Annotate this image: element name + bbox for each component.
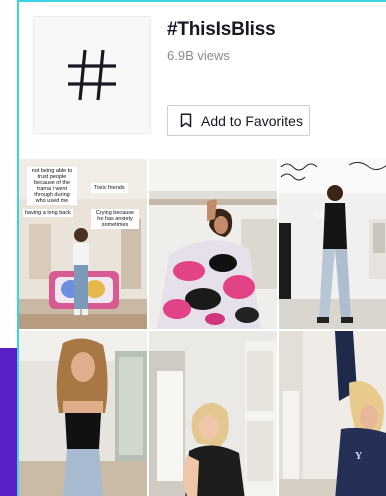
video-thumbnail-image: Y bbox=[279, 331, 386, 496]
video-thumbnail[interactable]: not being able to trust people because o… bbox=[19, 159, 147, 329]
hashtag-avatar bbox=[33, 16, 151, 134]
video-thumbnail[interactable] bbox=[279, 159, 386, 329]
add-to-favorites-button[interactable]: Add to Favorites bbox=[167, 105, 310, 136]
add-to-favorites-label: Add to Favorites bbox=[201, 112, 303, 129]
video-caption: not being able to trust people because o… bbox=[27, 167, 77, 205]
video-caption: having a long back bbox=[23, 209, 73, 217]
video-thumbnail-image bbox=[149, 331, 277, 496]
hashtag-header: #ThisIsBliss 6.9B views Add to Favorites bbox=[19, 2, 386, 160]
video-thumbnail-image bbox=[19, 331, 147, 496]
video-thumbnail[interactable] bbox=[19, 331, 147, 496]
video-caption: Crying because he has anxiety sometimes bbox=[91, 209, 139, 229]
video-thumbnail[interactable] bbox=[149, 331, 277, 496]
hashtag-icon bbox=[68, 49, 116, 101]
video-caption: Toxic friends bbox=[91, 183, 128, 193]
video-thumbnail-image bbox=[149, 159, 277, 329]
hashtag-card: #ThisIsBliss 6.9B views Add to Favorites bbox=[17, 0, 386, 496]
svg-text:Y: Y bbox=[355, 451, 363, 462]
video-thumbnail[interactable] bbox=[149, 159, 277, 329]
video-thumbnail[interactable]: Y bbox=[279, 331, 386, 496]
view-count: 6.9B views bbox=[167, 48, 230, 63]
bookmark-icon bbox=[180, 113, 192, 128]
video-thumbnail-image bbox=[279, 159, 386, 329]
hashtag-title: #ThisIsBliss bbox=[167, 19, 276, 40]
video-grid: not being able to trust people because o… bbox=[19, 159, 386, 496]
